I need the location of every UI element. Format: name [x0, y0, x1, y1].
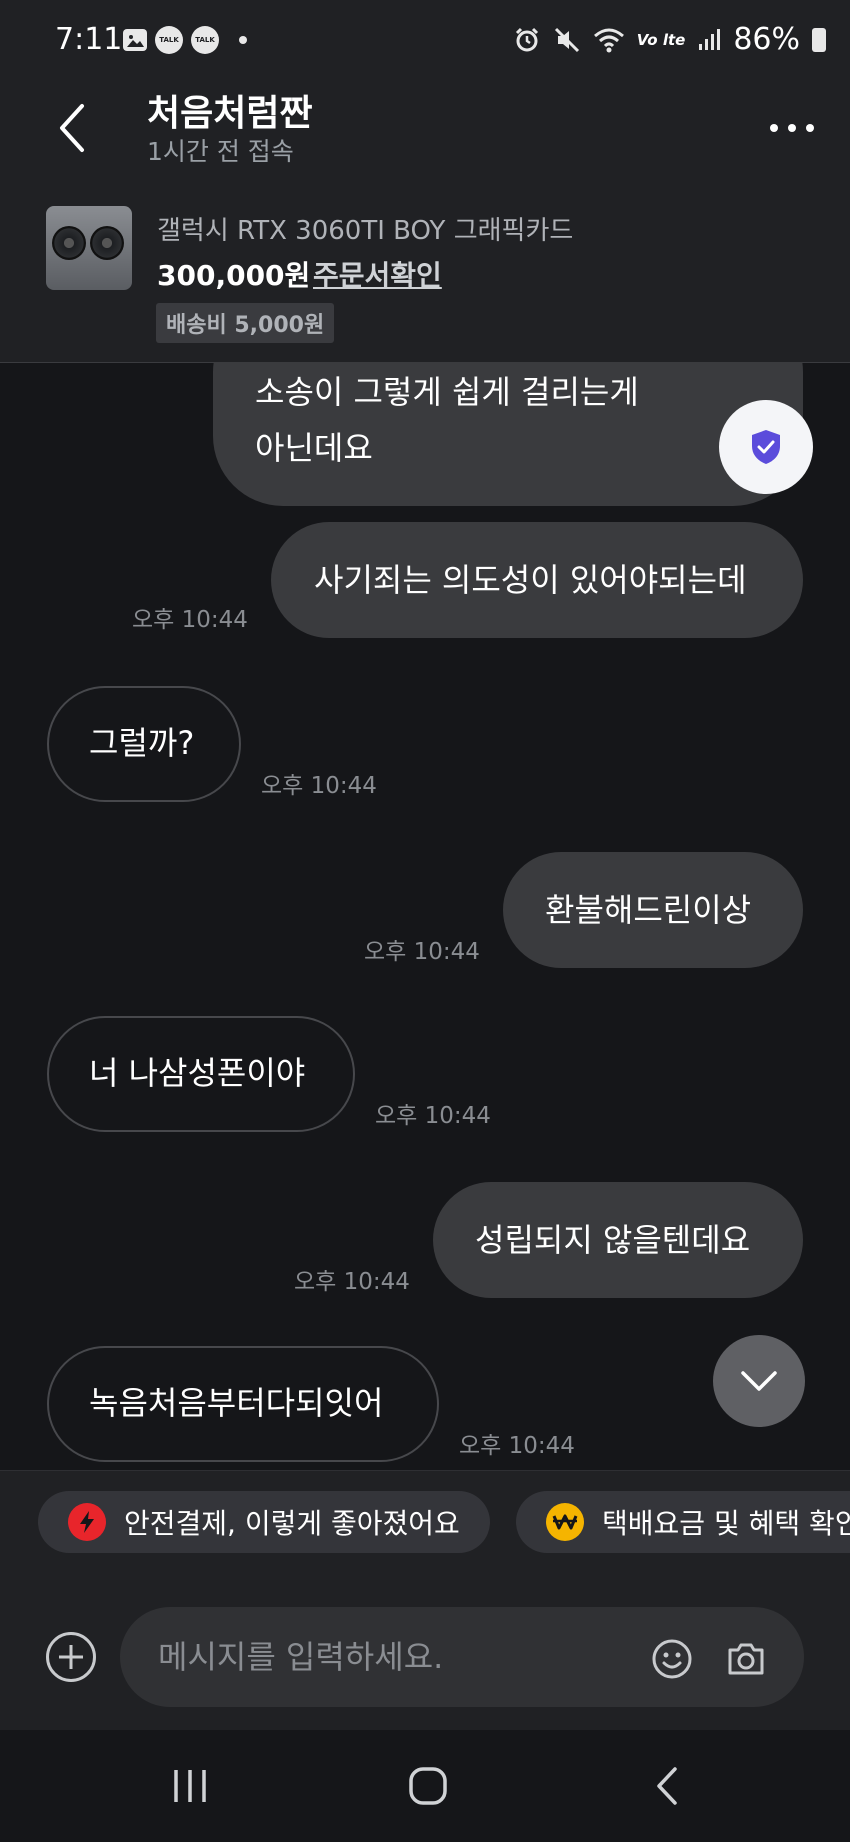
outgoing-message: 환불해드린이상 [503, 852, 803, 968]
message-composer [0, 1570, 850, 1730]
outgoing-message: 소송이 그렇게 쉽게 걸리는게 아닌데요 [213, 362, 803, 506]
quick-reply-bar[interactable]: 안전결제, 이렇게 좋아졌어요 택배요금 및 혜택 확인 [0, 1470, 850, 1571]
message-input-container[interactable] [120, 1607, 804, 1707]
message-time: 오후 10:44 [132, 607, 248, 633]
incoming-message: 녹음처음부터다되잇어 [47, 1346, 439, 1462]
emoji-button[interactable] [650, 1637, 694, 1681]
status-time: 7:11 [55, 22, 123, 57]
quick-reply-safe-payment[interactable]: 안전결제, 이렇게 좋아졌어요 [38, 1491, 490, 1553]
chevron-down-icon [741, 1371, 777, 1391]
battery-percent: 86% [733, 22, 800, 57]
message-text: 너 나삼성폰이야 [89, 1054, 306, 1092]
message-text-line: 소송이 그렇게 쉽게 걸리는게 [255, 373, 639, 411]
outgoing-message: 성립되지 않을텐데요 [433, 1182, 803, 1298]
status-bar: 7:11 TALK TALK Vo lte 86% [0, 0, 850, 80]
chat-header: 처음처럼짠 1시간 전 접속 [0, 80, 850, 180]
shipping-fee-badge: 배송비 5,000원 [156, 303, 335, 343]
message-time: 오후 10:44 [294, 1269, 410, 1295]
chip-label: 안전결제, 이렇게 좋아졌어요 [124, 1507, 460, 1540]
message-time: 오후 10:44 [261, 773, 377, 799]
message-input[interactable] [158, 1633, 598, 1681]
camera-icon [728, 1643, 764, 1675]
message-time: 오후 10:44 [459, 1433, 575, 1459]
nav-back-button[interactable] [638, 1758, 698, 1814]
system-navigation-bar [0, 1730, 850, 1842]
chevron-left-icon [60, 104, 84, 152]
order-confirm-link[interactable]: 주문서확인 [313, 254, 442, 294]
gallery-icon [123, 29, 147, 51]
product-name: 갤럭시 RTX 3060TI BOY 그래픽카드 [157, 216, 574, 246]
incoming-message: 너 나삼성폰이야 [47, 1016, 355, 1132]
more-dot-icon [770, 124, 778, 132]
shield-check-icon [752, 430, 780, 464]
last-seen-status: 1시간 전 접속 [147, 137, 294, 166]
kakaotalk-icon: TALK [191, 26, 219, 54]
more-notifications-dot-icon [239, 36, 247, 44]
system-status: Vo lte 86% [513, 22, 826, 57]
message-text: 환불해드린이상 [545, 891, 752, 929]
gpu-fan-icon [52, 226, 86, 260]
message-list[interactable]: 소송이 그렇게 쉽게 걸리는게 아닌데요 사기죄는 의도성이 있어야되는데 오후… [0, 362, 850, 1470]
product-price: 300,000원 [157, 259, 311, 292]
incoming-message: 그럴까? [47, 686, 241, 802]
battery-icon [812, 27, 826, 52]
won-coin-icon [546, 1503, 584, 1541]
wifi-icon [593, 28, 624, 52]
recent-apps-icon [174, 1770, 206, 1802]
more-options-button[interactable] [762, 108, 822, 148]
back-arrow-icon [657, 1767, 677, 1805]
chip-label: 택배요금 및 혜택 확인 [602, 1507, 850, 1540]
scroll-to-bottom-button[interactable] [713, 1335, 805, 1427]
alarm-icon [515, 27, 538, 51]
recent-apps-button[interactable] [160, 1758, 220, 1814]
chat-partner-name: 처음처럼짠 [147, 93, 313, 134]
safe-trade-shield-button[interactable] [719, 400, 813, 494]
home-icon [409, 1767, 447, 1805]
message-text-line: 아닌데요 [255, 429, 373, 467]
message-time: 오후 10:44 [375, 1103, 491, 1129]
gpu-fan-icon [90, 226, 124, 260]
message-text: 녹음처음부터다되잇어 [89, 1384, 384, 1422]
message-text: 그럴까? [89, 724, 195, 762]
message-text: 성립되지 않을텐데요 [475, 1221, 751, 1259]
notification-icons: TALK TALK [123, 26, 247, 54]
kakaotalk-icon: TALK [155, 26, 183, 54]
back-button[interactable] [50, 98, 100, 158]
signal-icon [699, 28, 721, 50]
home-button[interactable] [398, 1758, 458, 1814]
message-text: 사기죄는 의도성이 있어야되는데 [314, 561, 747, 599]
message-time: 오후 10:44 [364, 939, 480, 965]
product-card[interactable]: 갤럭시 RTX 3060TI BOY 그래픽카드 300,000원 주문서확인 … [0, 180, 850, 363]
more-dot-icon [788, 124, 796, 132]
outgoing-message: 사기죄는 의도성이 있어야되는데 [271, 522, 803, 638]
attach-plus-button[interactable] [46, 1632, 96, 1682]
smiley-icon [652, 1639, 692, 1679]
quick-reply-delivery-fee[interactable]: 택배요금 및 혜택 확인 [516, 1491, 850, 1553]
mute-icon [554, 27, 579, 52]
volte-label: Vo lte [636, 30, 686, 49]
product-thumbnail[interactable] [46, 206, 132, 290]
lightning-icon [68, 1503, 106, 1541]
camera-button[interactable] [724, 1637, 768, 1681]
more-dot-icon [806, 124, 814, 132]
